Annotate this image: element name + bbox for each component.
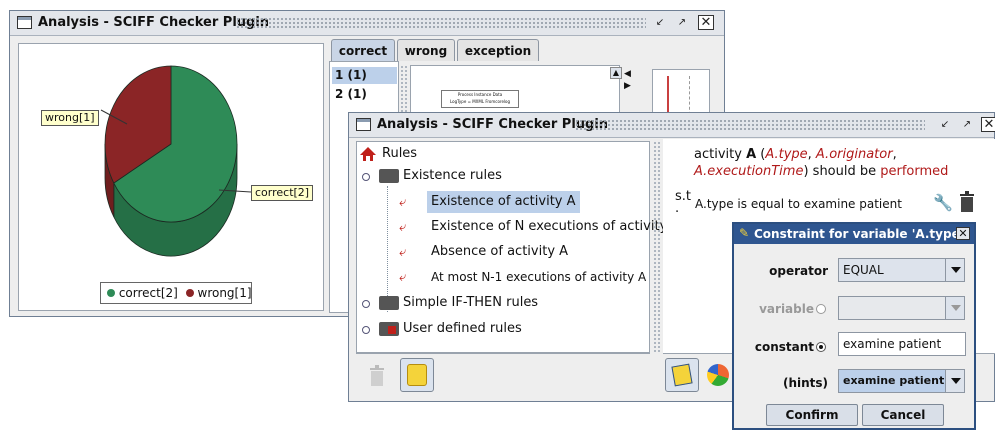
constant-input[interactable]: examine patient [838,332,966,356]
legend-dot-correct [107,289,115,297]
rule-prefix: activity [694,147,747,162]
back-window-titlebar[interactable]: Analysis - SCIFF Checker Plugin ↙ ↗ ✕ [10,11,724,36]
thumbnail-line: Process Instance Data [457,92,503,97]
new-rule-button[interactable] [400,358,434,392]
splitter[interactable] [653,141,661,353]
tree-item-existence-n[interactable]: Existence of N executions of activity A [431,216,680,238]
titlebar-grip [575,119,925,131]
operator-label: operator [769,264,828,278]
tree-root-rules[interactable]: Rules [382,143,417,165]
tree-item-absence[interactable]: Absence of activity A [431,241,568,263]
variable-dropdown-icon[interactable] [945,296,965,320]
legend-label-wrong: wrong[1] [197,286,252,300]
constant-radio[interactable] [816,342,826,352]
tab-wrong[interactable]: wrong [397,39,455,61]
rule-icon: ⤶ [399,195,407,210]
rule-icon: ⤶ [399,245,407,260]
constraint-text: A.type is equal to examine patient [695,197,902,211]
tree-folder-simple[interactable]: Simple IF-THEN rules [403,292,538,314]
front-window-titlebar[interactable]: Analysis - SCIFF Checker Plugin ↙ ↗ ✕ [349,113,995,138]
edit-rule-button[interactable] [665,358,699,392]
tab-exception[interactable]: exception [457,39,539,61]
trash-icon[interactable] [959,191,975,216]
rule-sep: , [892,147,897,162]
delete-rule-button[interactable] [362,360,392,390]
minimize-icon[interactable]: ↙ [937,117,953,132]
variable-radio[interactable] [816,304,826,314]
wrench-icon[interactable]: 🔧 [933,193,953,212]
legend-label-correct: correct[2] [118,286,178,300]
variable-label: variable [759,302,814,316]
maximize-icon[interactable]: ↗ [959,117,975,132]
scrollbar-up[interactable]: ▲ [610,67,622,79]
callout-correct: correct[2] [251,185,314,201]
cancel-button[interactable]: Cancel [862,404,944,426]
chart-legend: correct[2] wrong[1] [100,282,252,304]
titlebar-grip [236,17,646,29]
folder-open-icon [379,169,399,183]
expand-handle-icon[interactable] [362,326,370,334]
hints-label: (hints) [782,376,828,390]
list-item[interactable]: 1 (1) [332,67,397,84]
tree-folder-user[interactable]: User defined rules [403,318,522,340]
rule-icon: ⤶ [399,270,407,285]
close-icon[interactable]: ✕ [698,15,714,30]
home-icon [359,146,377,162]
rule-attr-type: A.type [765,147,808,162]
hints-dropdown-icon[interactable] [945,369,965,393]
tab-correct[interactable]: correct [331,39,395,61]
window-icon [356,118,371,131]
expand-handle-icon[interactable] [362,300,370,308]
maximize-icon[interactable]: ↗ [674,15,690,30]
collapse-arrow-icon[interactable]: ◀ [624,69,631,79]
trash-icon [370,365,384,386]
note-icon [407,364,427,386]
operator-select[interactable]: EQUAL [838,258,946,282]
callout-wrong: wrong[1] [41,110,99,126]
user-folder-icon [379,322,399,336]
variable-select[interactable] [838,296,946,320]
list-item[interactable]: 2 (1) [332,86,397,103]
rule-performed: performed [880,164,949,179]
expand-arrow-icon[interactable]: ▶ [624,81,631,91]
dialog-title: Constraint for variable 'A.type' [754,227,964,241]
folder-icon [379,296,399,310]
rule-attr-time: A.executionTime [694,164,804,179]
chart-icon [707,364,729,386]
constant-label: constant [754,340,814,354]
edit-icon [671,363,693,387]
rule-sep: , [807,147,816,162]
front-window-title: Analysis - SCIFF Checker Plugin [377,117,609,132]
back-window-title: Analysis - SCIFF Checker Plugin [38,15,270,30]
tree-toolbar [356,353,650,397]
close-icon[interactable]: ✕ [956,227,970,240]
rule-icon: ⤶ [399,220,407,235]
minimize-icon[interactable]: ↙ [652,15,668,30]
app-icon: ✎ [739,226,750,240]
thumbnail-box: Process Instance Data LogType = MXML Fro… [441,90,519,108]
rule-close: ) should be [803,164,881,179]
pie-chart [100,65,252,257]
close-icon[interactable]: ✕ [981,117,995,132]
rules-tree: Rules Existence rules ⤶ Existence of act… [356,141,680,353]
rule-activity: A [746,147,757,162]
tree-folder-existence[interactable]: Existence rules [403,165,502,187]
confirm-button[interactable]: Confirm [766,404,858,426]
legend-dot-wrong [185,289,194,297]
dialog-titlebar[interactable]: ✎ Constraint for variable 'A.type' ✕ [734,224,974,244]
tree-item-at-most[interactable]: At most N-1 executions of activity A [431,266,646,288]
thumbnail-line: LogType = MXML Fromcorelog [449,99,511,104]
expand-handle-icon[interactable] [362,173,370,181]
chart-panel: wrong[1] correct[2] correct[2] wrong[1] [18,43,324,311]
tree-item-existence-activity[interactable]: Existence of activity A [427,191,580,213]
rule-attr-originator: A.originator [815,147,893,162]
rule-open: ( [756,147,766,162]
tree-guide-line [387,186,389,312]
rule-description: activity A (A.type, A.originator, A.execu… [694,146,984,180]
window-icon [17,16,32,29]
constraint-dialog: ✎ Constraint for variable 'A.type' ✕ ope… [732,222,976,430]
st-dot: . [675,201,680,216]
hints-select[interactable]: examine patient [838,369,946,393]
operator-dropdown-icon[interactable] [945,258,965,282]
